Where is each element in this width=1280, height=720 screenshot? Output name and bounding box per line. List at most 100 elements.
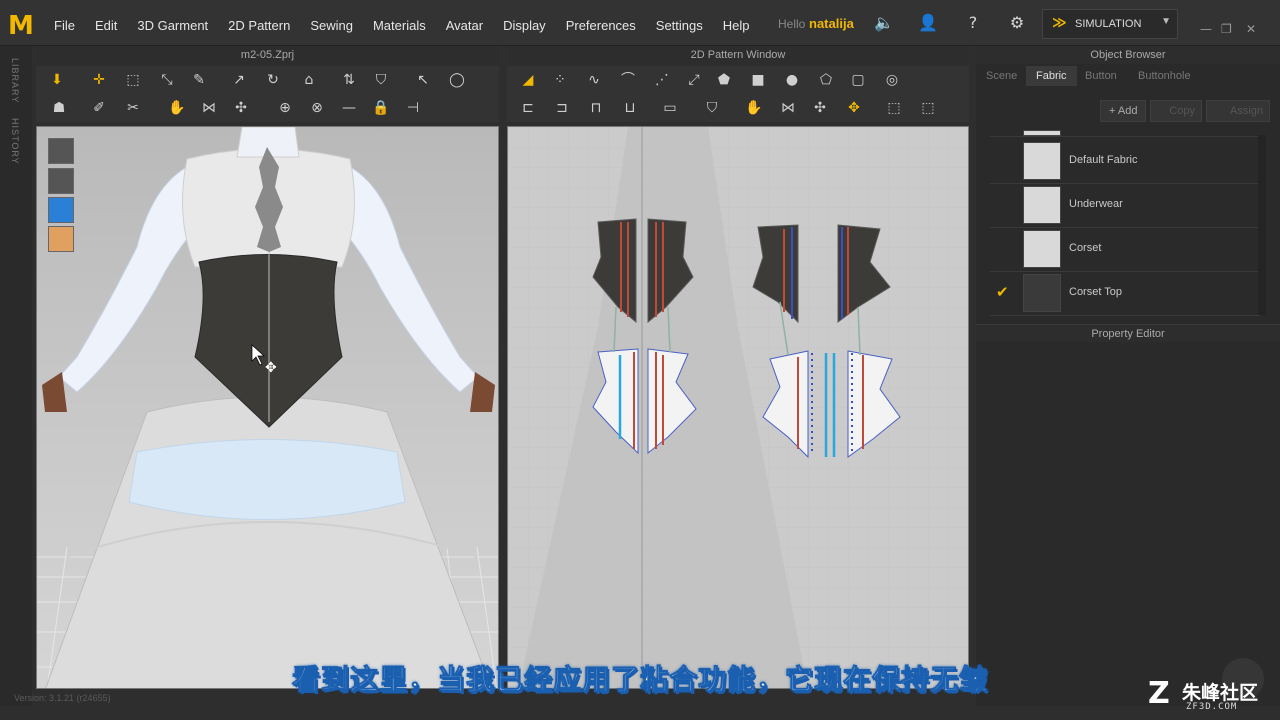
fabric-row[interactable]: Default Fabric xyxy=(990,140,1260,184)
button-icon[interactable]: ⊗ xyxy=(306,97,328,119)
internal-circle-icon[interactable]: ◎ xyxy=(881,69,903,91)
free-sewing-icon[interactable]: ⊐ xyxy=(551,97,573,119)
add-fabric-button[interactable]: + Add xyxy=(1100,100,1146,122)
circle-icon[interactable]: ● xyxy=(781,69,803,91)
tab-button[interactable]: Button xyxy=(1075,66,1127,86)
grain-icon[interactable]: ✣ xyxy=(809,97,831,119)
texture-hand-icon[interactable]: ✋ xyxy=(743,97,765,119)
restore-icon[interactable]: ❐ xyxy=(1221,22,1232,36)
tape-icon[interactable]: ◯ xyxy=(446,69,468,91)
zigzag-icon[interactable]: ⋈ xyxy=(198,97,220,119)
menu-sewing[interactable]: Sewing xyxy=(300,18,363,33)
edit-point-icon[interactable]: ⁘ xyxy=(549,69,571,91)
transform-pattern-icon[interactable]: ◢ xyxy=(517,69,539,91)
display-avatar-icon[interactable] xyxy=(48,168,74,194)
menu-help[interactable]: Help xyxy=(713,18,760,33)
edit-pattern-icon[interactable]: ✎ xyxy=(188,69,210,91)
zipper-icon[interactable]: — xyxy=(338,97,360,119)
edit-curvature-icon[interactable]: ⌒ xyxy=(617,69,639,91)
menu-file[interactable]: File xyxy=(44,18,85,33)
trim-icon[interactable]: ⋈ xyxy=(777,97,799,119)
rectangle-icon[interactable]: ■ xyxy=(747,69,769,91)
brush-icon[interactable]: ✐ xyxy=(88,97,110,119)
fabric-icon[interactable]: ⛉ xyxy=(701,97,723,119)
fold-line-icon[interactable]: ▭ xyxy=(659,97,681,119)
menu-avatar[interactable]: Avatar xyxy=(436,18,493,33)
app-logo[interactable]: M xyxy=(8,13,36,39)
menu-settings[interactable]: Settings xyxy=(646,18,713,33)
fabric-swatch xyxy=(1023,230,1061,268)
display-fabric-icon[interactable] xyxy=(48,197,74,223)
menu-display[interactable]: Display xyxy=(493,18,556,33)
view3d-viewport[interactable]: ✥ xyxy=(36,126,499,689)
fabric-swatch xyxy=(1023,186,1061,224)
lock-icon[interactable]: 🔒 xyxy=(370,97,392,119)
garment-settings-icon[interactable]: ⚙ xyxy=(1008,14,1026,32)
internal-rectangle-icon[interactable]: ▢ xyxy=(847,69,869,91)
transform-icon[interactable]: ⤡ xyxy=(156,69,178,91)
avatar-pose-icon[interactable]: ☗ xyxy=(48,97,70,119)
curve-point-icon[interactable]: ∿ xyxy=(583,69,605,91)
measure-icon[interactable]: ↖ xyxy=(412,69,434,91)
help-icon[interactable]: ? xyxy=(964,14,982,32)
menu-materials[interactable]: Materials xyxy=(363,18,436,33)
simulation-button[interactable]: ≫ SIMULATION ▼ xyxy=(1042,9,1178,39)
fold-arrange-icon[interactable]: ⊣ xyxy=(402,97,424,119)
display-garment-icon[interactable] xyxy=(48,138,74,164)
right-panel: Object Browser Scene Fabric Button Butto… xyxy=(976,46,1280,706)
fabric-row-selected[interactable]: ✔ Corset Top xyxy=(990,272,1260,316)
fold-icon[interactable]: ↻ xyxy=(262,69,284,91)
internal-polygon-icon[interactable]: ⬠ xyxy=(815,69,837,91)
polygon-icon[interactable]: ⬟ xyxy=(713,69,735,91)
garment-icon[interactable]: ⛉ xyxy=(370,69,392,91)
user-icon[interactable]: 👤 xyxy=(918,14,938,32)
pattern-2d-canvas xyxy=(508,127,968,688)
chevron-down-icon[interactable]: ▼ xyxy=(1161,16,1171,27)
view3d-toolbar: ⬇ ✛ ⬚ ⤡ ✎ ↗ ↻ ⌂ ⇅ ⛉ ↖ ◯ ☗ ✐ ✂ ✋ ⋈ ✣ ⊕ ⊗ … xyxy=(36,66,499,122)
fabric-row[interactable]: Underwear xyxy=(990,184,1260,228)
tab-fabric[interactable]: Fabric xyxy=(1026,66,1077,86)
view2d-title: 2D Pattern Window xyxy=(690,49,786,61)
menu-preferences[interactable]: Preferences xyxy=(556,18,646,33)
fabric-row[interactable]: Corset xyxy=(990,228,1260,272)
library-tab[interactable]: LIBRARY xyxy=(10,58,20,103)
dots-icon[interactable]: ✥ xyxy=(843,97,865,119)
minimize-icon[interactable]: — xyxy=(1200,22,1212,36)
internal-line-icon[interactable]: ⤢ xyxy=(683,69,705,91)
display-skin-icon[interactable] xyxy=(48,226,74,252)
object-browser-header: Object Browser xyxy=(976,46,1280,64)
tab-buttonhole[interactable]: Buttonhole xyxy=(1128,66,1201,86)
segment-sewing-icon[interactable]: ⊏ xyxy=(517,97,539,119)
tack-icon[interactable]: ⌂ xyxy=(298,69,320,91)
fabric-swatch xyxy=(1023,130,1061,136)
scissors-icon[interactable]: ✂ xyxy=(122,97,144,119)
arrange-icon[interactable]: ⇅ xyxy=(338,69,360,91)
assign-fabric-button[interactable]: Assign xyxy=(1206,100,1270,122)
volume-icon[interactable]: 🔈 xyxy=(874,14,894,32)
down-arrow-icon[interactable]: ⬇ xyxy=(46,69,68,91)
pattern-grid-icon[interactable]: ✣ xyxy=(230,97,252,119)
tab-scene[interactable]: Scene xyxy=(976,66,1027,86)
copy-fabric-button[interactable]: Copy xyxy=(1150,100,1202,122)
view2d-viewport[interactable] xyxy=(507,126,969,689)
check-sewing-icon[interactable]: ⊔ xyxy=(619,97,641,119)
pin-icon[interactable]: ↗ xyxy=(228,69,250,91)
user-name[interactable]: natalija xyxy=(809,16,854,31)
object-browser-title: Object Browser xyxy=(1090,49,1166,61)
fabric-list-scrollbar[interactable] xyxy=(1258,135,1266,315)
hello-label: Hello xyxy=(778,17,806,31)
menu-2d-pattern[interactable]: 2D Pattern xyxy=(218,18,300,33)
grid-select-icon[interactable]: ⬚ xyxy=(883,97,905,119)
grid-select-alt-icon[interactable]: ⬚ xyxy=(917,97,939,119)
hand-icon[interactable]: ✋ xyxy=(166,97,188,119)
menu-3d-garment[interactable]: 3D Garment xyxy=(127,18,218,33)
button-add-icon[interactable]: ⊕ xyxy=(274,97,296,119)
select-box-icon[interactable]: ⬚ xyxy=(122,69,144,91)
history-tab[interactable]: HISTORY xyxy=(10,118,20,165)
menu-edit[interactable]: Edit xyxy=(85,18,127,33)
edit-sewing-icon[interactable]: ⊓ xyxy=(585,97,607,119)
fabric-name: Corset Top xyxy=(1069,286,1122,298)
close-icon[interactable]: ✕ xyxy=(1246,22,1256,36)
add-point-icon[interactable]: ⋰ xyxy=(651,69,673,91)
select-move-icon[interactable]: ✛ xyxy=(88,69,110,91)
